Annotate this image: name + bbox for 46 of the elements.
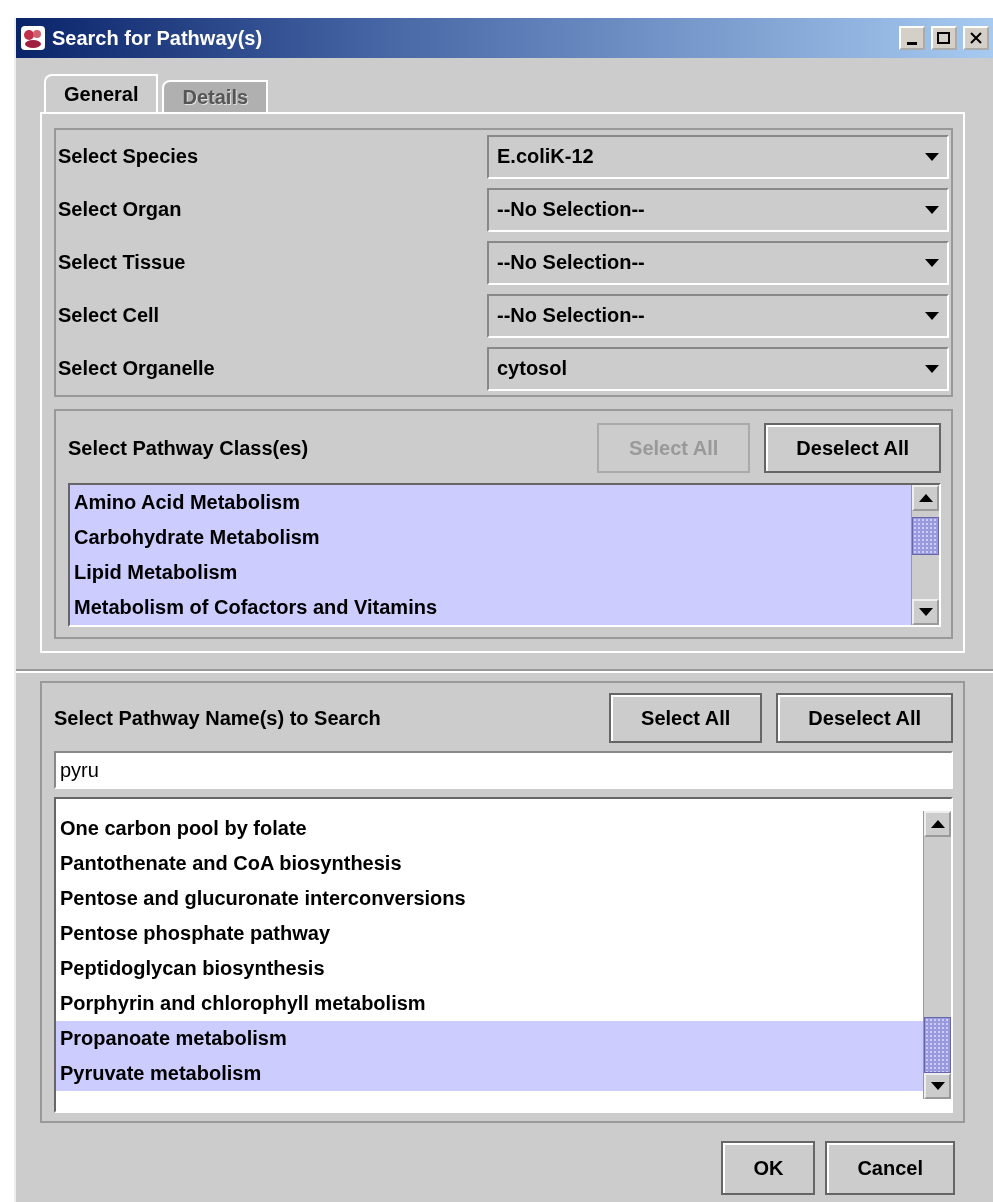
maximize-icon <box>937 32 951 44</box>
dropdown-arrow-icon <box>925 152 939 161</box>
scroll-up-icon <box>930 820 945 828</box>
scroll-thumb[interactable] <box>924 1017 951 1073</box>
scrollbar[interactable] <box>911 485 939 625</box>
filter-label: Select Species <box>57 145 200 168</box>
scroll-down-icon <box>918 608 933 616</box>
dropdown[interactable]: cytosol <box>487 346 949 391</box>
filter-label: Select Organelle <box>57 357 216 380</box>
filter-label: Select Cell <box>57 304 161 327</box>
list-item[interactable]: Pyruvate metabolism <box>56 1056 923 1091</box>
close-icon <box>970 32 982 44</box>
tab[interactable]: General <box>44 74 159 112</box>
dropdown-arrow-icon <box>925 364 939 373</box>
list-item[interactable]: Lipid Metabolism <box>70 555 911 590</box>
search-field[interactable]: pyru <box>54 751 953 789</box>
dropdown[interactable]: --No Selection-- <box>487 240 949 285</box>
filter-label: Select Organ <box>57 198 183 221</box>
dropdown-arrow-icon <box>925 311 939 320</box>
scroll-up-icon <box>918 494 933 502</box>
window-title: Search for Pathway(s) <box>52 26 264 50</box>
dialog-button[interactable]: OK <box>721 1141 816 1195</box>
group-title: Select Pathway Name(s) to Search <box>54 706 382 730</box>
list-item[interactable]: Propanoate metabolism <box>56 1021 923 1056</box>
list-item[interactable]: Carbohydrate Metabolism <box>70 520 911 555</box>
minimize-button[interactable] <box>899 26 925 50</box>
scroll-down-icon <box>930 1082 945 1090</box>
dropdown[interactable]: --No Selection-- <box>487 293 949 338</box>
select-button[interactable]: Deselect All <box>776 693 953 743</box>
filter-label: Select Tissue <box>57 251 187 274</box>
close-button[interactable] <box>963 26 989 50</box>
dropdown-arrow-icon <box>925 258 939 267</box>
maximize-button[interactable] <box>931 26 957 50</box>
dropdown[interactable]: E.coliK-12 <box>487 134 949 179</box>
minimize-icon <box>907 41 917 45</box>
dropdown[interactable]: --No Selection-- <box>487 187 949 232</box>
group-title: Select Pathway Class(es) <box>68 436 310 460</box>
list-item[interactable]: Amino Acid Metabolism <box>70 485 911 520</box>
scroll-thumb[interactable] <box>912 517 939 555</box>
select-button[interactable]: Deselect All <box>764 423 941 473</box>
list-item[interactable]: Metabolism of Cofactors and Vitamins <box>70 590 911 625</box>
app-icon <box>20 25 46 51</box>
dialog-button[interactable]: Cancel <box>825 1141 955 1195</box>
dropdown-arrow-icon <box>925 205 939 214</box>
scrollbar[interactable] <box>923 811 951 1099</box>
select-button[interactable]: Select All <box>609 693 763 743</box>
